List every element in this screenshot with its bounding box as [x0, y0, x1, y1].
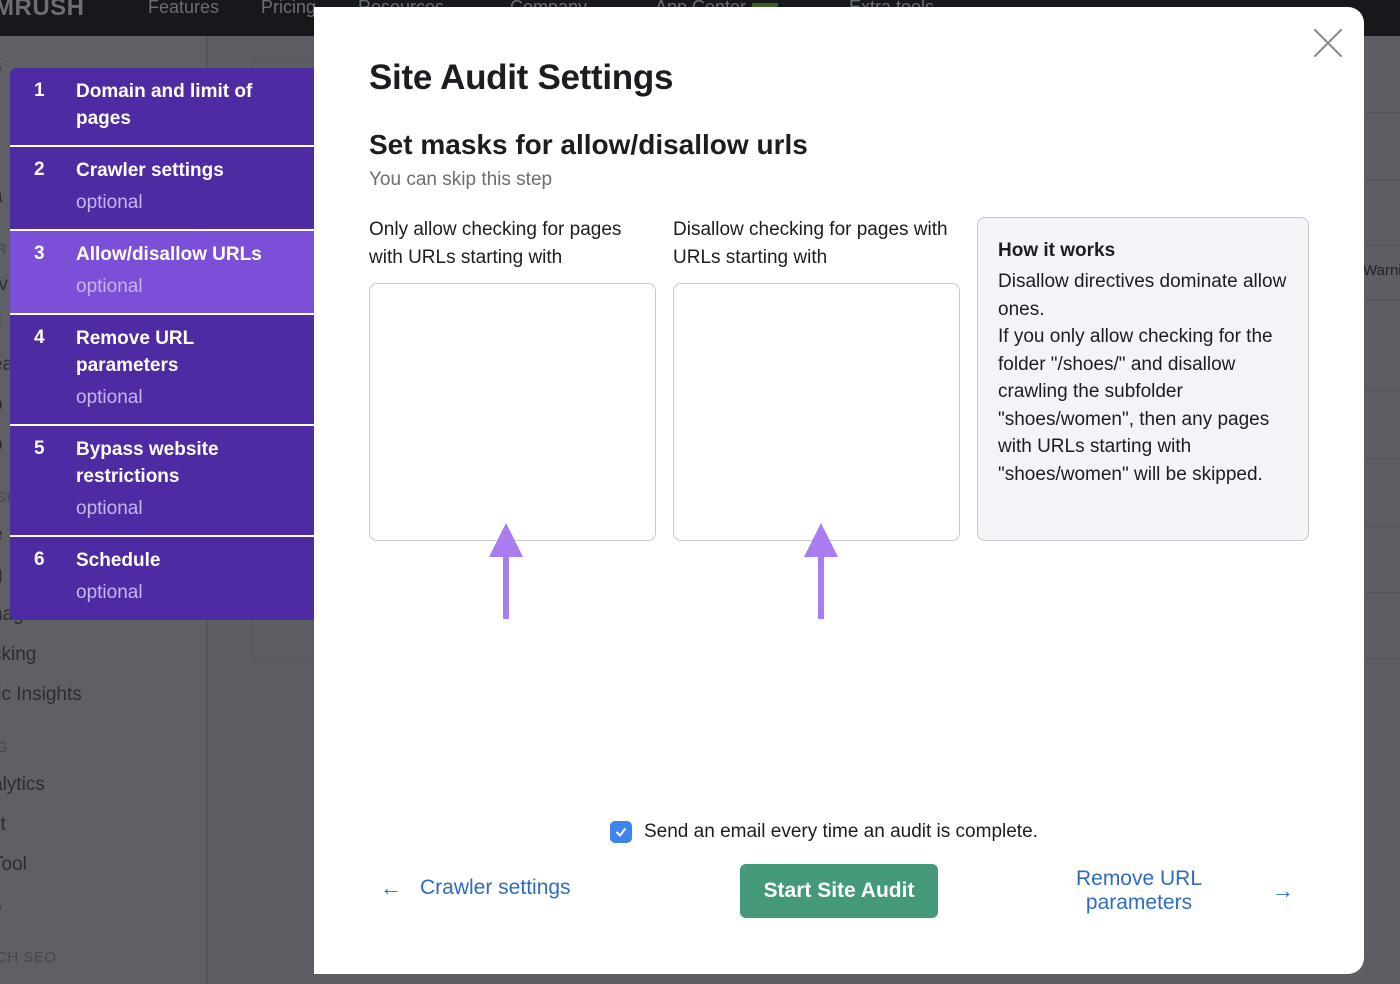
step-allow-disallow-urls[interactable]: 3 Allow/disallow URLs optional — [10, 231, 314, 315]
step-number: 2 — [34, 159, 45, 180]
row-divider — [1364, 458, 1400, 459]
sidebar-item[interactable]: o — [0, 394, 3, 416]
step-title: Bypass website restrictions — [76, 439, 219, 487]
hint-text: Disallow directives dominate allow ones.… — [998, 271, 1287, 485]
step-number: 5 — [34, 438, 45, 459]
row-divider — [1364, 300, 1400, 301]
annotation-arrow-up-icon — [804, 523, 838, 619]
sidebar-item[interactable]: rv — [0, 274, 8, 296]
sidebar-section: CH SEO — [0, 949, 57, 966]
logo: MRUSH — [0, 0, 85, 21]
email-checkbox[interactable] — [610, 821, 632, 843]
step-title: Allow/disallow URLs — [76, 244, 262, 265]
nav-pricing[interactable]: Pricing — [261, 0, 316, 18]
steps-panel: 1 Domain and limit of pages 2 Crawler se… — [10, 68, 314, 620]
sidebar-item[interactable]: fic Insights — [0, 684, 82, 706]
row-divider — [1364, 112, 1400, 113]
row-divider — [1364, 390, 1400, 391]
sidebar-item[interactable]: s — [0, 56, 2, 78]
sidebar-section: G — [0, 739, 9, 756]
row-divider — [1364, 592, 1400, 593]
step-number: 6 — [34, 549, 45, 570]
modal-title: Site Audit Settings — [369, 58, 674, 97]
checkmark-icon — [616, 828, 626, 837]
sidebar-item[interactable]: alytics — [0, 774, 45, 796]
row-divider — [1364, 526, 1400, 527]
step-optional-label: optional — [76, 192, 143, 213]
step-number: 1 — [34, 80, 45, 101]
step-title: Remove URL parameters — [76, 328, 194, 376]
sidebar-section: R — [0, 241, 8, 258]
disallow-field-label: Disallow checking for pages with URLs st… — [673, 219, 948, 268]
back-link-label: Crawler settings — [420, 876, 571, 899]
allow-urls-input[interactable] — [369, 283, 656, 541]
sidebar-item[interactable]: o — [0, 434, 3, 456]
sidebar-item[interactable]: lit — [0, 814, 6, 836]
step-domain[interactable]: 1 Domain and limit of pages — [10, 68, 314, 147]
step-optional-label: optional — [76, 582, 143, 603]
sidebar-item[interactable]: Tool — [0, 854, 27, 876]
annotation-arrow-up-icon — [489, 523, 523, 619]
step-number: 3 — [34, 243, 45, 264]
sidebar-item[interactable]: ti — [0, 314, 2, 336]
step-schedule[interactable]: 6 Schedule optional — [10, 537, 314, 620]
how-it-works-panel: How it works Disallow directives dominat… — [977, 217, 1309, 541]
section-subtitle: You can skip this step — [369, 169, 553, 190]
section-title: Set masks for allow/disallow urls — [369, 129, 808, 160]
step-optional-label: optional — [76, 387, 143, 408]
next-link-label: Remove URL parameters — [1075, 867, 1203, 914]
arrow-left-icon: ← — [380, 875, 402, 900]
allow-field-label: Only allow checking for pages with URLs … — [369, 219, 622, 268]
sidebar-item[interactable]: s — [0, 894, 2, 916]
step-crawler-settings[interactable]: 2 Crawler settings optional — [10, 147, 314, 231]
step-title: Schedule — [76, 550, 161, 571]
column-header-warnings: Warni — [1363, 262, 1400, 279]
email-notification-option: Send an email every time an audit is com… — [610, 821, 1038, 843]
sidebar-item[interactable]: cking — [0, 644, 36, 666]
site-audit-settings-modal: Site Audit Settings Set masks for allow/… — [314, 7, 1364, 974]
sidebar-item[interactable]: e — [0, 524, 3, 546]
step-remove-url-parameters[interactable]: 4 Remove URL parameters optional — [10, 315, 314, 426]
step-bypass-restrictions[interactable]: 5 Bypass website restrictions optional — [10, 426, 314, 537]
nav-features[interactable]: Features — [148, 0, 219, 18]
step-optional-label: optional — [76, 498, 143, 519]
row-divider — [1364, 245, 1400, 246]
row-divider — [1364, 658, 1400, 659]
close-icon — [1313, 28, 1343, 58]
start-site-audit-button[interactable]: Start Site Audit — [740, 864, 938, 918]
disallow-urls-input[interactable] — [673, 283, 960, 541]
step-number: 4 — [34, 327, 45, 348]
arrow-right-icon: → — [1272, 878, 1294, 903]
hint-heading: How it works — [998, 240, 1116, 261]
step-title: Domain and limit of pages — [76, 81, 253, 129]
sidebar-item[interactable]: a — [0, 186, 3, 208]
row-divider — [1364, 180, 1400, 181]
next-remove-url-parameters-link[interactable]: Remove URL parameters → — [1054, 867, 1304, 915]
step-title: Crawler settings — [76, 160, 224, 181]
close-button[interactable] — [1312, 27, 1344, 59]
sidebar-item[interactable]: g — [0, 564, 3, 586]
email-checkbox-label: Send an email every time an audit is com… — [644, 821, 1038, 842]
step-optional-label: optional — [76, 276, 143, 297]
back-crawler-settings-link[interactable]: ← Crawler settings — [380, 875, 571, 901]
